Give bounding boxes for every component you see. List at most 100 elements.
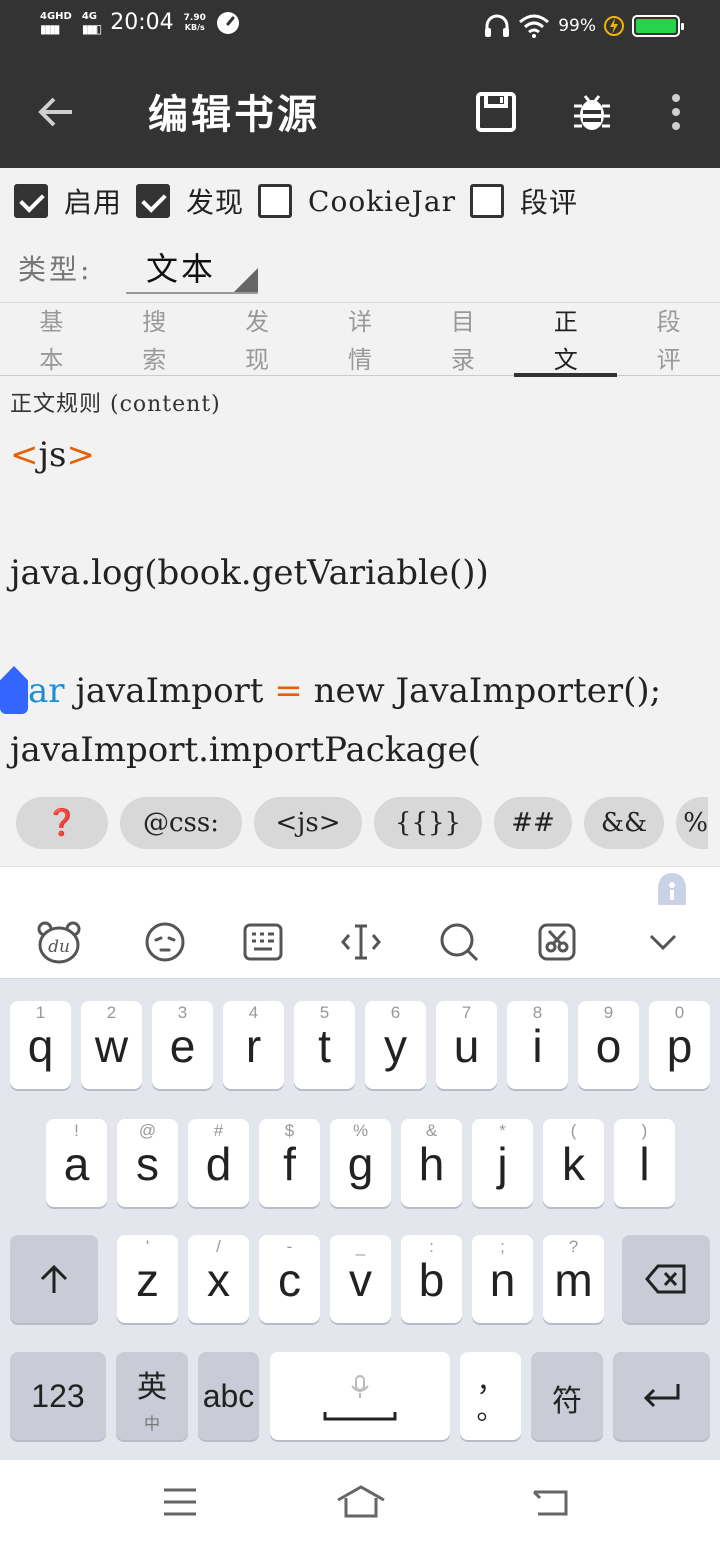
search-icon[interactable] <box>436 919 482 965</box>
content-rule-label: 正文规则 (content) <box>10 392 221 417</box>
space-bar-icon <box>323 1412 397 1421</box>
type-dropdown[interactable]: 文本 <box>126 244 258 294</box>
du-bear-icon[interactable]: du <box>36 919 82 965</box>
snippet-chip[interactable]: ## <box>494 797 572 849</box>
signal-bars-icon: ▮▮▮▯ <box>81 21 102 36</box>
language-key[interactable]: 英 中 <box>116 1352 188 1440</box>
checkbox-enable[interactable]: 启用 <box>14 181 122 221</box>
back-arrow-icon[interactable] <box>36 92 76 132</box>
page-title: 编辑书源 <box>148 91 320 138</box>
key-n[interactable]: ; n <box>472 1235 533 1323</box>
home-icon[interactable] <box>336 1484 386 1520</box>
battery-fill <box>636 19 676 33</box>
key-u[interactable]: 7u <box>436 1001 497 1089</box>
app-bar: 编辑书源 <box>0 56 720 168</box>
punctuation-key[interactable]: ， 。 <box>460 1352 521 1440</box>
space-key[interactable] <box>270 1352 450 1440</box>
key-h[interactable]: & h <box>401 1119 462 1207</box>
save-icon[interactable] <box>474 90 518 134</box>
key-l[interactable]: ) l <box>614 1119 675 1207</box>
tab-basic[interactable]: 基本 <box>0 303 103 377</box>
key-o[interactable]: 9o <box>578 1001 639 1089</box>
code-editor[interactable]: <js> java.log(book.getVariable()) ar jav… <box>10 426 710 780</box>
symbols-key[interactable]: 符 <box>531 1352 603 1440</box>
svg-text:du: du <box>48 937 70 957</box>
shift-key[interactable] <box>10 1235 98 1323</box>
key-r[interactable]: 4r <box>223 1001 284 1089</box>
backspace-key[interactable] <box>622 1235 710 1323</box>
wifi-icon <box>519 14 550 38</box>
type-selected-value: 文本 <box>146 250 217 288</box>
numbers-key[interactable]: 123 <box>10 1352 106 1440</box>
back-icon[interactable] <box>530 1486 570 1518</box>
checkbox-explore[interactable]: 发现 <box>136 181 244 221</box>
battery-percent: 99% <box>558 16 596 36</box>
key-m[interactable]: ? m <box>543 1235 604 1323</box>
key-x[interactable]: / x <box>188 1235 249 1323</box>
checkbox-box[interactable] <box>469 184 504 218</box>
help-chip[interactable]: ❓ <box>16 797 108 849</box>
snippet-chip[interactable]: && <box>584 797 664 849</box>
more-vert-icon[interactable] <box>654 90 698 134</box>
signal-bars-icon: ▮▮▮▮ <box>40 21 60 36</box>
key-g[interactable]: % g <box>330 1119 391 1207</box>
collapse-keyboard-icon[interactable] <box>640 919 686 965</box>
checkbox-comments[interactable]: 段评 <box>469 181 578 221</box>
microphone-icon <box>351 1375 369 1398</box>
code-line: ar javaImport = new JavaImporter(); <box>28 671 662 711</box>
checkbox-box[interactable] <box>258 184 293 218</box>
headphones-icon <box>485 14 510 37</box>
snippet-bar: ❓ @css: <js> {{}} ## && % <box>16 797 708 849</box>
abc-key[interactable]: abc <box>198 1352 259 1440</box>
key-i[interactable]: 8i <box>507 1001 568 1089</box>
backspace-icon <box>645 1264 686 1294</box>
checkbox-box[interactable] <box>136 184 171 218</box>
key-j[interactable]: * j <box>472 1119 533 1207</box>
key-y[interactable]: 6y <box>365 1001 426 1089</box>
clipboard-icon[interactable] <box>534 919 580 965</box>
code-line: javaImport.importPackage( <box>10 730 481 770</box>
key-t[interactable]: 5t <box>294 1001 355 1089</box>
key-q[interactable]: 1q <box>10 1001 71 1089</box>
snippet-chip[interactable]: @css: <box>120 797 242 849</box>
key-d[interactable]: # d <box>188 1119 249 1207</box>
snippet-chip[interactable]: {{}} <box>374 797 482 849</box>
key-s[interactable]: @ s <box>117 1119 178 1207</box>
tab-search[interactable]: 搜索 <box>103 303 206 377</box>
snippet-chip[interactable]: <js> <box>254 797 362 849</box>
tab-detail[interactable]: 详情 <box>309 303 412 377</box>
snippet-chip[interactable]: % <box>676 797 708 849</box>
net-speed: 7.90 KB/s <box>183 12 206 32</box>
tab-content[interactable]: 正文 <box>514 303 618 377</box>
key-v[interactable]: _ v <box>330 1235 391 1323</box>
checkbox-box[interactable] <box>14 184 48 218</box>
key-f[interactable]: $ f <box>259 1119 320 1207</box>
key-c[interactable]: -c <box>259 1235 320 1323</box>
system-nav-bar <box>0 1460 720 1544</box>
tab-explore[interactable]: 发现 <box>206 303 309 377</box>
checkbox-cookiejar[interactable]: CookieJar <box>258 184 456 218</box>
tab-toc[interactable]: 目录 <box>411 303 514 377</box>
key-p[interactable]: 0p <box>649 1001 710 1089</box>
menu-icon[interactable] <box>162 1486 198 1518</box>
top-bar: 4GHD ▮▮▮▮ 4G ▮▮▮▯ 20:04 7.90 KB/s 99% 编辑… <box>0 0 720 168</box>
key-z[interactable]: ' z <box>117 1235 178 1323</box>
keyboard-toolbar: du <box>0 866 720 978</box>
key-e[interactable]: 3e <box>152 1001 213 1089</box>
signal-2: 4G ▮▮▮▯ <box>81 10 102 36</box>
key-a[interactable]: ! a <box>46 1119 107 1207</box>
emoji-icon[interactable] <box>142 919 188 965</box>
bug-icon[interactable] <box>570 90 614 134</box>
cursor-move-icon[interactable] <box>338 919 384 965</box>
key-b[interactable]: :b <box>401 1235 462 1323</box>
tab-bar: 基本 搜索 发现 详情 目录 正文 段评 <box>0 302 720 377</box>
tab-comments[interactable]: 段评 <box>617 303 720 377</box>
enter-key[interactable] <box>613 1352 710 1440</box>
keyboard-icon[interactable] <box>240 919 286 965</box>
key-w[interactable]: 2w <box>81 1001 142 1089</box>
signal-1: 4GHD ▮▮▮▮ <box>40 10 72 36</box>
key-k[interactable]: (k <box>543 1119 604 1207</box>
soft-keyboard: 1q 2w 3e 4r 5t 6y 7u 8i 9o 0p ! a @ s # d $… <box>0 978 720 1460</box>
charging-icon <box>604 16 624 36</box>
